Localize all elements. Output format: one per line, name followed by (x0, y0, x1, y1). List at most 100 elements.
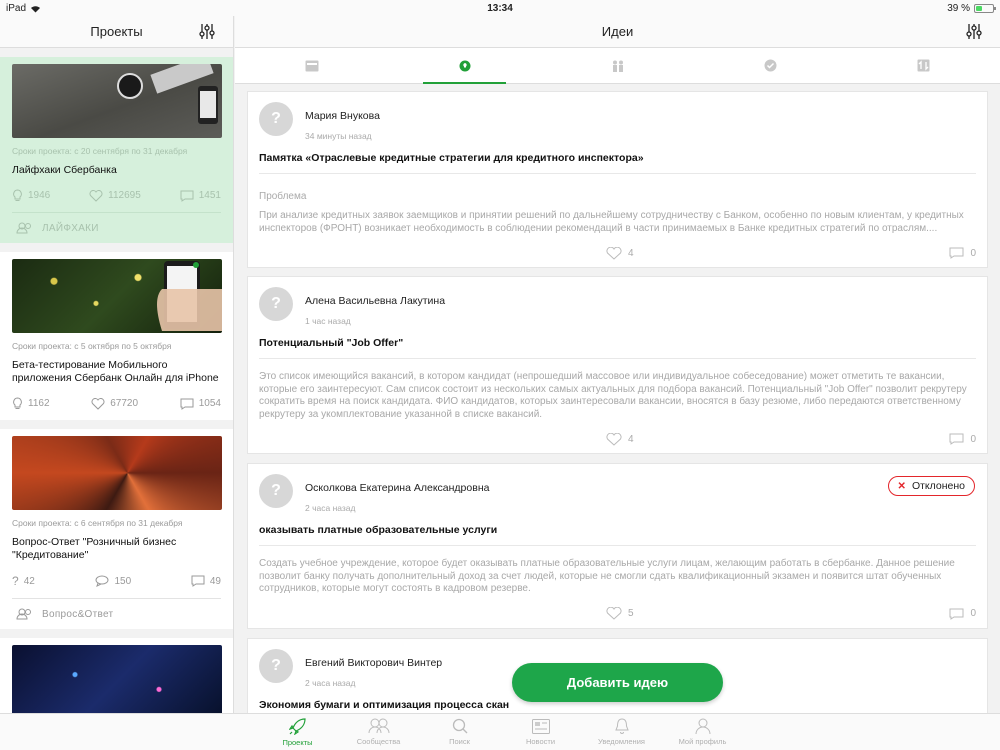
heart-icon (606, 246, 622, 260)
filter-icon[interactable] (199, 23, 215, 40)
tab-ideas[interactable] (388, 48, 541, 84)
phone-illustration (157, 261, 222, 331)
device-name: iPad (6, 2, 27, 14)
avatar-question-icon: ? (271, 482, 281, 499)
project-stats: ? 42 150 49 (12, 574, 221, 598)
like-button[interactable]: 4 (606, 246, 634, 260)
people-icon (16, 222, 31, 234)
project-tag-label: ЛАЙФХАКИ (42, 222, 99, 234)
ideas-header: Идеи (235, 16, 1000, 48)
heart-icon (606, 432, 622, 446)
idea-time: 34 минуты назад (305, 131, 372, 141)
likes-count: 5 (628, 608, 634, 619)
project-dates: Сроки проекта: с 20 сентября по 31 декаб… (12, 146, 188, 156)
bottom-tab-bar: Проекты Сообщества Поиск Новости Уведомл… (0, 713, 1000, 750)
bulb-icon (13, 397, 22, 409)
bell-icon (614, 718, 629, 734)
tab-implemented[interactable] (847, 48, 1000, 83)
check-circle-icon (764, 59, 777, 72)
comments-button[interactable]: 0 (949, 608, 976, 620)
idea-author[interactable]: Осколкова Екатерина Александровна (305, 482, 489, 494)
project-tag-label: Вопрос&Ответ (42, 608, 114, 620)
likes-count: 67720 (110, 398, 139, 409)
projects-title: Проекты (90, 24, 143, 39)
tab-news[interactable]: Новости (500, 714, 581, 750)
people-icon (612, 60, 623, 72)
heart-icon (606, 607, 622, 620)
projects-panel: Проекты Сроки проекта: с 20 сентября по … (0, 16, 234, 713)
comment-icon (191, 575, 205, 587)
tab-profile[interactable]: Мой профиль (662, 714, 743, 750)
project-image (12, 645, 222, 713)
avatar: ? (259, 102, 293, 136)
project-stats: 1946 112695 1451 (12, 189, 221, 212)
tab-notifications[interactable]: Уведомления (581, 714, 662, 750)
status-time: 13:34 (487, 2, 513, 14)
status-badge-label: Отклонено (911, 480, 965, 492)
avatar-question-icon: ? (271, 110, 281, 127)
idea-header: ? Осколкова Екатерина Александровна 2 ча… (259, 474, 976, 513)
project-card[interactable]: Сроки проекта: с 20 сентября по 31 декаб… (0, 54, 233, 243)
idea-body: Это список имеющийся вакансий, в котором… (259, 371, 967, 420)
project-card[interactable]: Сроки проекта: с 6 сентября по 31 декабр… (0, 429, 233, 629)
project-tag[interactable]: ЛАЙФХАКИ (12, 212, 221, 243)
bulb-icon (459, 60, 470, 71)
idea-footer: 5 0 (259, 600, 976, 628)
likes-count: 112695 (108, 190, 141, 201)
idea-author[interactable]: Мария Внукова (305, 110, 380, 122)
bulb-icon (13, 189, 22, 201)
comments-button[interactable]: 0 (949, 247, 976, 259)
idea-header: ? Мария Внукова 34 минуты назад (259, 102, 976, 141)
tab-project-info[interactable] (235, 48, 388, 83)
answers-count: 150 (114, 575, 132, 587)
comments-button[interactable]: 0 (949, 433, 976, 445)
idea-card[interactable]: ✕ Отклонено ? Осколкова Екатерина Алексан… (247, 463, 988, 629)
heart-icon (91, 397, 105, 410)
people-icon (16, 608, 31, 620)
idea-author[interactable]: Алена Васильевна Лакутина (305, 295, 445, 307)
ideas-count: 1162 (28, 398, 50, 409)
search-icon (452, 718, 467, 734)
likes-count: 4 (628, 247, 634, 259)
tab-label: Новости (525, 736, 556, 746)
idea-footer: 4 0 (259, 239, 976, 267)
comment-icon (949, 247, 964, 259)
add-idea-button[interactable]: Добавить идею (512, 663, 723, 702)
tab-communities[interactable]: Сообщества (338, 714, 419, 750)
tab-approved[interactable] (694, 48, 847, 83)
comments-count: 1451 (198, 190, 221, 201)
like-button[interactable]: 4 (606, 432, 634, 446)
comments-count: 0 (970, 247, 976, 259)
rocket-icon (288, 718, 306, 735)
project-dates: Сроки проекта: с 6 сентября по 31 декабр… (12, 518, 183, 528)
close-icon: ✕ (897, 480, 906, 492)
tab-projects[interactable]: Проекты (257, 714, 338, 750)
idea-author[interactable]: Евгений Викторович Винтер (305, 657, 442, 669)
avatar: ? (259, 648, 293, 683)
questions-count: 42 (23, 575, 35, 587)
tab-label: Сообщества (356, 737, 401, 746)
project-tag[interactable]: Вопрос&Ответ (12, 598, 221, 629)
chat-icon (95, 575, 108, 587)
idea-card[interactable]: ? Алена Васильевна Лакутина 1 час назад … (247, 276, 988, 454)
comment-icon (180, 190, 194, 202)
likes-count: 4 (628, 433, 634, 445)
filter-icon[interactable] (966, 23, 982, 40)
tab-participants[interactable] (541, 48, 694, 83)
project-card[interactable]: Сроки проекта: с 5 октября по 5 октября … (0, 252, 233, 420)
profile-icon (695, 718, 710, 734)
tab-label: Мой профиль (678, 737, 727, 746)
project-title: Лайфхаки Сбербанка (12, 164, 117, 176)
idea-card[interactable]: ? Мария Внукова 34 минуты назад Памятка … (247, 91, 988, 268)
question-icon: ? (12, 574, 19, 588)
comment-icon (180, 398, 194, 410)
tab-search[interactable]: Поиск (419, 714, 500, 750)
tab-label: Поиск (449, 737, 470, 746)
project-title: Вопрос-Ответ "Розничный бизнес "Кредитов… (12, 536, 177, 561)
idea-time: 1 час назад (305, 316, 351, 326)
idea-title: Потенциальный "Job Offer" (259, 337, 976, 359)
project-card[interactable] (0, 638, 233, 713)
idea-body: Создать учебное учреждение, которое буде… (259, 558, 955, 594)
idea-time: 2 часа назад (305, 677, 356, 688)
like-button[interactable]: 5 (606, 607, 634, 620)
